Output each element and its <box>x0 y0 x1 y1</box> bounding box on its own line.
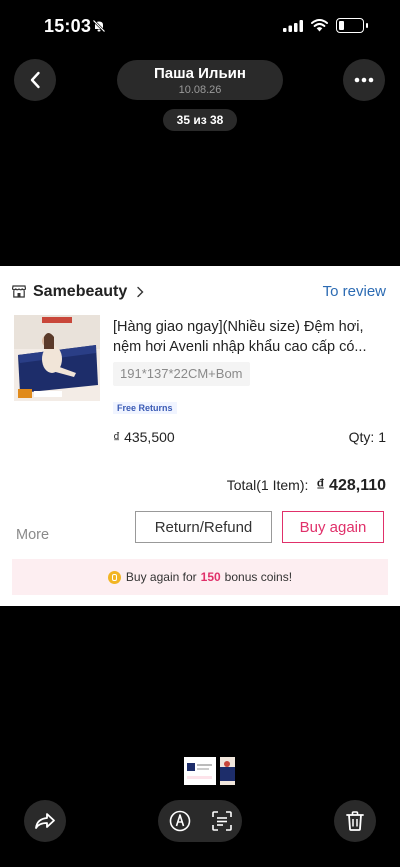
share-icon <box>35 813 55 829</box>
thumbnail-preview <box>220 757 235 785</box>
buy-again-button[interactable]: Buy again <box>282 511 384 543</box>
to-review-link[interactable]: To review <box>323 283 386 300</box>
status-bar: 15:03 <box>0 0 400 50</box>
coin-prefix: Buy again for <box>125 570 197 584</box>
order-total: Total(1 Item): ₫ 428,110 <box>227 477 386 495</box>
markup-icon[interactable] <box>169 810 191 832</box>
coin-suffix: bonus coins! <box>224 570 293 584</box>
total-amount: ₫ 428,110 <box>316 477 386 494</box>
signal-icon <box>283 20 303 32</box>
image-counter: 35 из 38 <box>163 109 237 131</box>
coin-count: 150 <box>200 570 221 584</box>
trash-icon <box>346 811 364 831</box>
thumbnail-preview <box>184 757 216 785</box>
total-label: Total(1 Item): <box>226 477 309 493</box>
edit-tools-pill <box>158 800 242 842</box>
thumbnail-current[interactable] <box>184 757 216 785</box>
coin-icon <box>107 570 121 584</box>
text-scan-icon[interactable] <box>211 811 232 831</box>
product-image[interactable] <box>14 315 100 401</box>
status-time: 15:03 <box>44 16 92 36</box>
product-price: ₫ 435,500 <box>113 429 175 445</box>
free-returns-badge: Free Returns <box>113 402 177 414</box>
more-options-button[interactable] <box>343 59 385 101</box>
message-date: 10.08.26 <box>178 84 222 96</box>
bonus-coin-banner[interactable]: Buy again for 150 bonus coins! <box>12 559 388 595</box>
product-variant: 191*137*22CM+Bom <box>113 362 250 386</box>
battery-icon <box>336 18 368 33</box>
share-button[interactable] <box>24 800 66 842</box>
shop-icon <box>12 285 26 298</box>
thumbnail-next[interactable] <box>220 757 235 785</box>
chevron-right-icon[interactable] <box>136 286 144 298</box>
return-refund-button[interactable]: Return/Refund <box>135 511 272 543</box>
product-quantity: Qty: 1 <box>348 429 386 445</box>
more-dots-icon <box>354 77 374 83</box>
wifi-icon <box>311 19 328 32</box>
contact-name: Паша Ильин <box>154 65 246 82</box>
order-card: Samebeauty To review [Hàng giao ngay](Nh… <box>0 266 400 606</box>
chat-title-pill[interactable]: Паша Ильин 10.08.26 <box>117 60 283 100</box>
bell-slash-icon <box>92 19 106 33</box>
delete-button[interactable] <box>334 800 376 842</box>
back-button[interactable] <box>14 59 56 101</box>
back-arrow-icon <box>30 71 40 89</box>
more-link[interactable]: More <box>16 527 49 543</box>
product-title[interactable]: [Hàng giao ngay](Nhiều size) Đệm hơi, nệ… <box>113 317 388 357</box>
air-mattress-image <box>14 315 100 401</box>
shop-name[interactable]: Samebeauty <box>33 283 127 301</box>
